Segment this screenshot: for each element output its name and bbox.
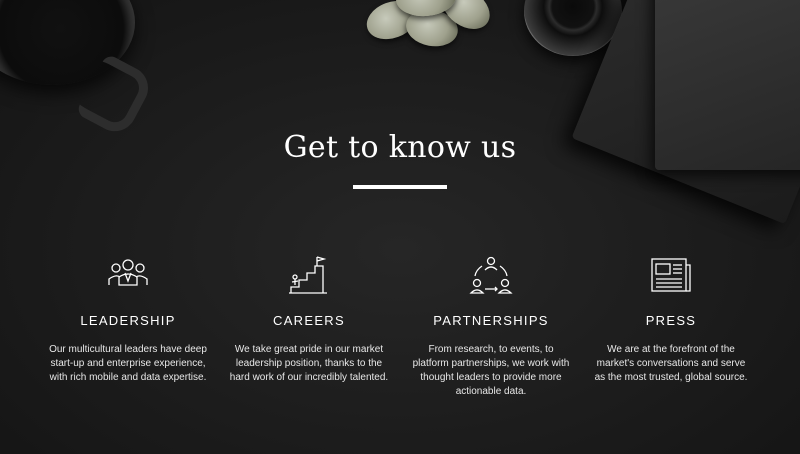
succulent-plant-image: [358, 0, 508, 55]
feature-careers: CAREERS We take great pride in our marke…: [229, 255, 389, 385]
feature-heading: CAREERS: [273, 313, 345, 328]
feature-heading: LEADERSHIP: [80, 313, 176, 328]
newspaper-icon: [651, 258, 691, 292]
feature-heading: PARTNERSHIPS: [433, 313, 549, 328]
feature-press: PRESS We are at the forefront of the mar…: [591, 255, 751, 385]
title-underline: [353, 185, 447, 189]
feature-leadership: LEADERSHIP Our multicultural leaders hav…: [48, 255, 208, 385]
feature-description: We are at the forefront of the market's …: [594, 344, 748, 383]
career-stairs-icon: [289, 256, 327, 294]
feature-heading: PRESS: [645, 313, 697, 328]
partnership-cycle-icon: [469, 256, 513, 294]
feature-description: We take great pride in our market leader…: [229, 344, 389, 383]
section-title: Get to know us: [283, 130, 517, 165]
feature-description: From research, to events, to platform pa…: [412, 344, 570, 397]
team-icon: [108, 259, 148, 286]
feature-description: Our multicultural leaders have deep star…: [49, 344, 207, 383]
feature-partnerships: PARTNERSHIPS From research, to events, t…: [411, 255, 571, 399]
